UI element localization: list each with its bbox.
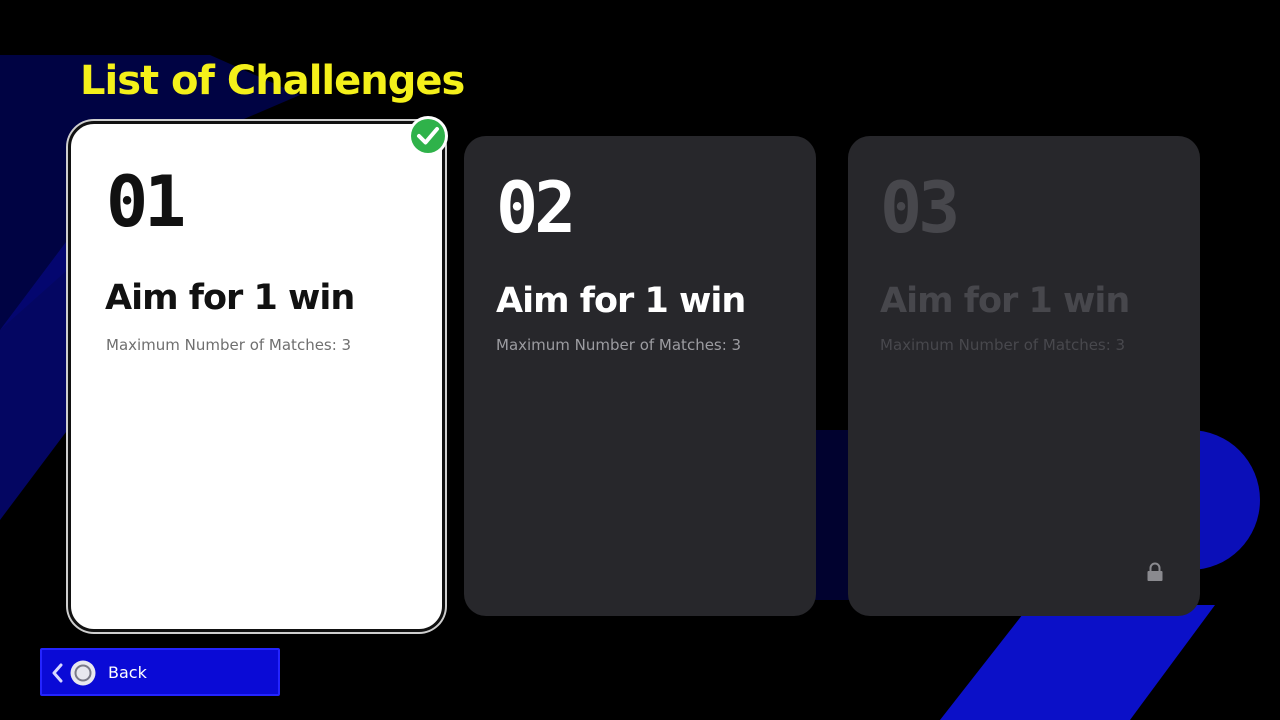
challenge-number: 02 — [496, 167, 576, 249]
back-button[interactable]: Back — [40, 648, 280, 696]
challenge-max-matches: Maximum Number of Matches: 3 — [496, 336, 742, 354]
chevron-left-icon — [52, 663, 63, 683]
challenge-card-03[interactable]: 03 Aim for 1 win Maximum Number of Match… — [848, 136, 1200, 616]
challenge-number: 03 — [880, 167, 960, 249]
challenge-title: Aim for 1 win — [880, 281, 1130, 321]
challenge-number: 01 — [106, 161, 186, 243]
challenge-card-01[interactable]: 01 Aim for 1 win Maximum Number of Match… — [68, 121, 445, 632]
lock-icon — [1147, 562, 1163, 581]
page-title: List of Challenges — [80, 58, 465, 104]
challenge-max-matches: Maximum Number of Matches: 3 — [106, 336, 352, 354]
challenge-title: Aim for 1 win — [496, 281, 746, 321]
challenge-max-matches: Maximum Number of Matches: 3 — [880, 336, 1126, 354]
circle-button-icon — [70, 660, 96, 686]
challenge-card-02[interactable]: 02 Aim for 1 win Maximum Number of Match… — [464, 136, 816, 616]
check-icon — [408, 116, 448, 156]
back-label: Back — [108, 663, 147, 682]
challenge-title: Aim for 1 win — [105, 278, 355, 318]
